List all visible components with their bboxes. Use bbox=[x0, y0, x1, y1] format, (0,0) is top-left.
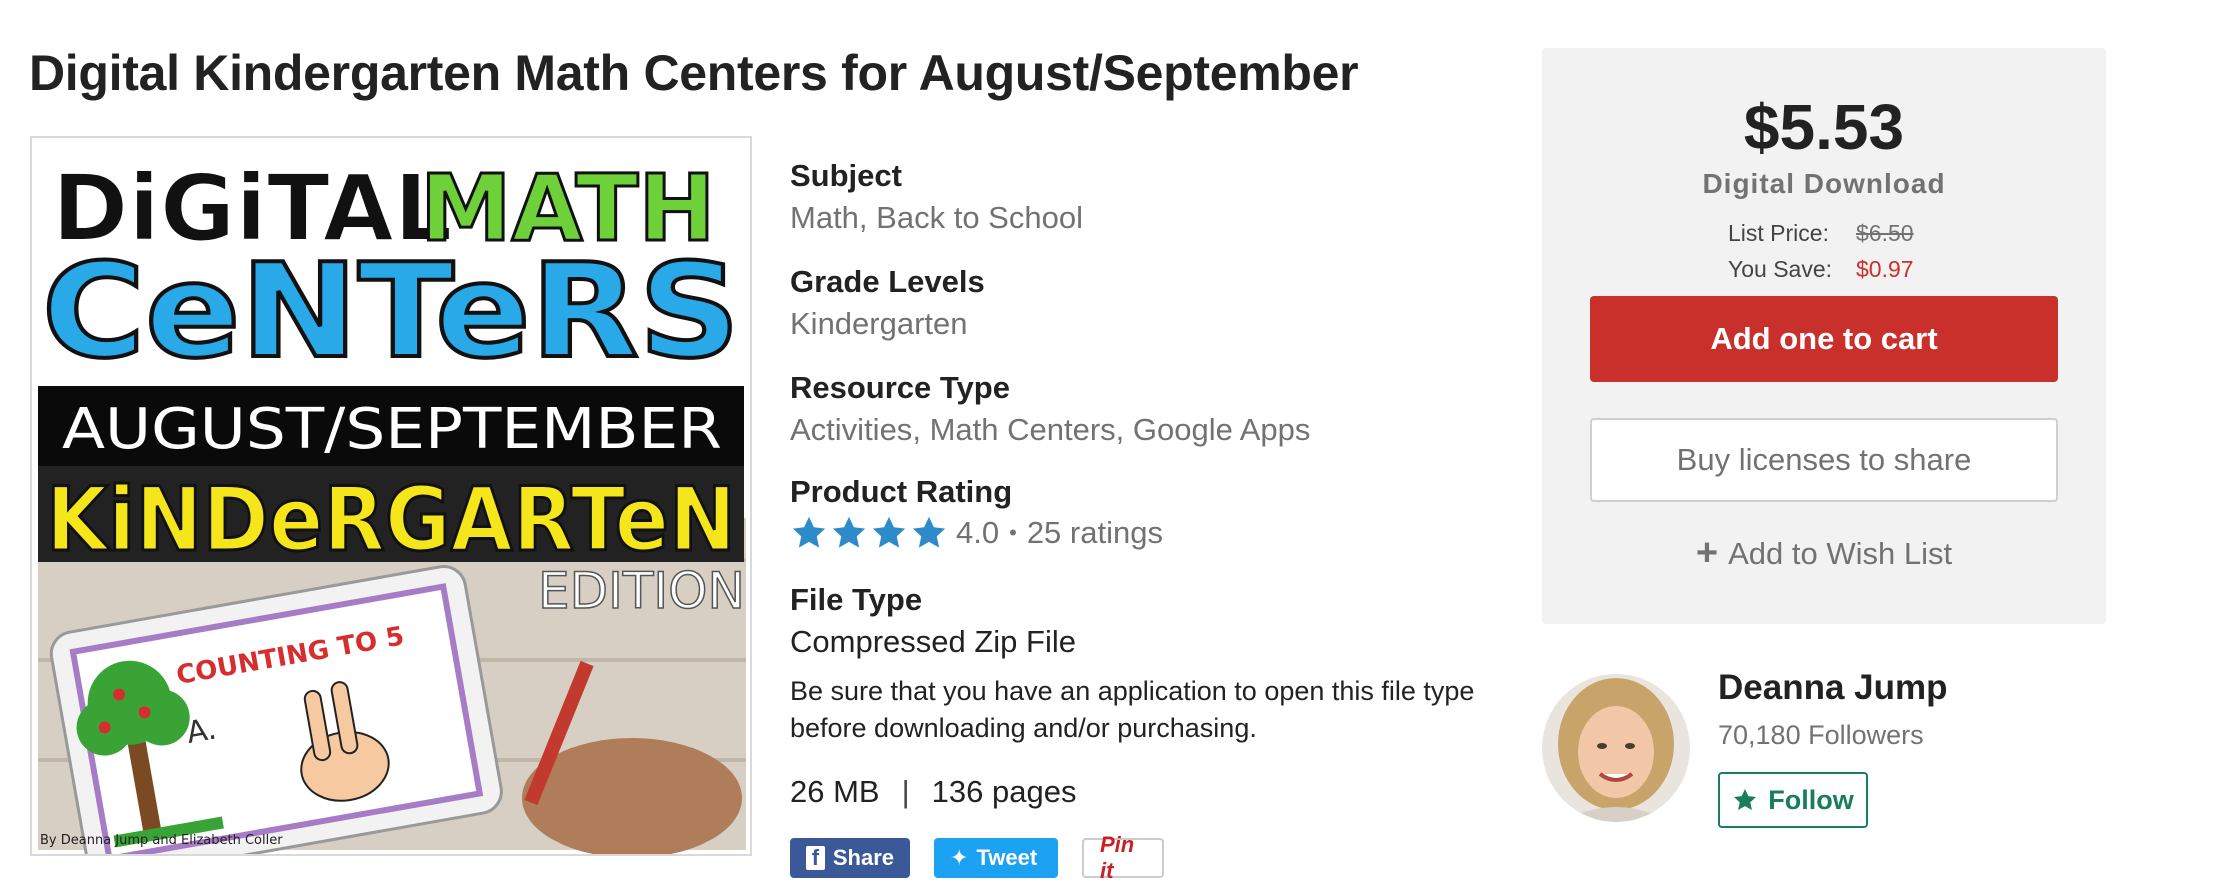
subject-label: Subject bbox=[790, 158, 902, 193]
purchase-box: $5.53 Digital Download List Price: $6.50… bbox=[1542, 48, 2106, 624]
grade-label: Grade Levels bbox=[790, 264, 985, 299]
star-icon bbox=[832, 516, 866, 548]
product-rating-label: Product Rating bbox=[790, 474, 1013, 509]
subject-values: Math, Back to School bbox=[790, 200, 1083, 236]
star-icon bbox=[912, 516, 946, 548]
pinterest-pin-label: Pin it bbox=[1100, 832, 1135, 883]
cover-title-kindergarten: KiNDeRGARTeN bbox=[46, 468, 736, 571]
product-rating[interactable]: 4.0 • 25 ratings bbox=[790, 514, 1163, 552]
seller-name[interactable]: Deanna Jump bbox=[1718, 668, 1948, 708]
resource-link-activities[interactable]: Activities bbox=[790, 412, 912, 447]
product-cover-image[interactable]: DiGiTAL MATH CeNTeRS AUGUST/SEPTEMBER Ki… bbox=[30, 136, 752, 856]
facebook-share-label: Share bbox=[832, 845, 894, 870]
file-type-label: File Type bbox=[790, 582, 923, 617]
list-price-label: List Price: bbox=[1728, 220, 1829, 246]
cover-edition: EDITION bbox=[538, 562, 745, 620]
resource-type-values: Activities, Math Centers, Google Apps bbox=[790, 412, 1310, 448]
facebook-share-button[interactable]: f Share bbox=[790, 838, 910, 878]
twitter-tweet-button[interactable]: ✦ Tweet bbox=[934, 838, 1058, 878]
page-title: Digital Kindergarten Math Centers for Au… bbox=[29, 45, 1359, 101]
facebook-icon: f bbox=[806, 846, 825, 870]
file-type-note: Be sure that you have an application to … bbox=[790, 676, 1475, 743]
subject-link-back-to-school[interactable]: Back to School bbox=[876, 200, 1083, 235]
wish-list-label: Add to Wish List bbox=[1728, 535, 1953, 571]
separator-comma: , bbox=[858, 200, 868, 235]
star-icon bbox=[872, 516, 906, 548]
file-size: 26 MB bbox=[790, 774, 880, 809]
cover-band-text: AUGUST/SEPTEMBER bbox=[62, 397, 722, 462]
cover-credit: By Deanna Jump and Elizabeth Coller bbox=[40, 833, 283, 848]
seller-followers: 70,180 Followers bbox=[1718, 720, 1924, 750]
list-price: $6.50 bbox=[1856, 220, 1914, 246]
pinterest-pin-button[interactable]: Pin it bbox=[1082, 832, 1164, 883]
rating-count: 25 ratings bbox=[1026, 515, 1163, 550]
rating-dot: • bbox=[1009, 520, 1017, 545]
price: $5.53 bbox=[1743, 91, 1905, 163]
page-count: 136 pages bbox=[931, 774, 1077, 809]
twitter-icon: ✦ bbox=[950, 845, 969, 870]
star-icon bbox=[792, 516, 826, 548]
grade-link-kindergarten[interactable]: Kindergarten bbox=[790, 306, 968, 342]
separator-comma: , bbox=[1115, 412, 1125, 447]
twitter-tweet-label: Tweet bbox=[976, 845, 1038, 870]
seller-avatar[interactable] bbox=[1542, 674, 1690, 822]
buy-licenses-button[interactable]: Buy licenses to share bbox=[1590, 418, 2058, 502]
share-buttons: f Share ✦ Tweet Pin it bbox=[790, 832, 1164, 883]
resource-link-math-centers[interactable]: Math Centers bbox=[930, 412, 1116, 447]
you-save-label: You Save: bbox=[1728, 256, 1833, 282]
you-save-amount: $0.97 bbox=[1856, 256, 1914, 282]
format-label: Digital Download bbox=[1702, 168, 1946, 199]
resource-link-google-apps[interactable]: Google Apps bbox=[1133, 412, 1311, 447]
rating-value: 4.0 bbox=[956, 515, 1000, 550]
follow-label: Follow bbox=[1768, 784, 1854, 815]
separator-comma: , bbox=[912, 412, 921, 447]
add-to-cart-button[interactable]: Add one to cart bbox=[1590, 296, 2058, 382]
cover-title-centers: CeNTeRS bbox=[42, 235, 740, 387]
resource-type-label: Resource Type bbox=[790, 370, 1010, 405]
add-to-wish-list-link[interactable]: + Add to Wish List bbox=[1542, 532, 2106, 575]
file-type-value: Compressed Zip File bbox=[790, 624, 1076, 659]
file-meta: 26 MB | 136 pages bbox=[790, 774, 1076, 810]
star-icon bbox=[1734, 788, 1757, 810]
plus-icon: + bbox=[1695, 532, 1719, 574]
subject-link-math[interactable]: Math bbox=[790, 200, 859, 235]
meta-divider: | bbox=[901, 774, 910, 809]
follow-button[interactable]: Follow bbox=[1718, 772, 1868, 828]
